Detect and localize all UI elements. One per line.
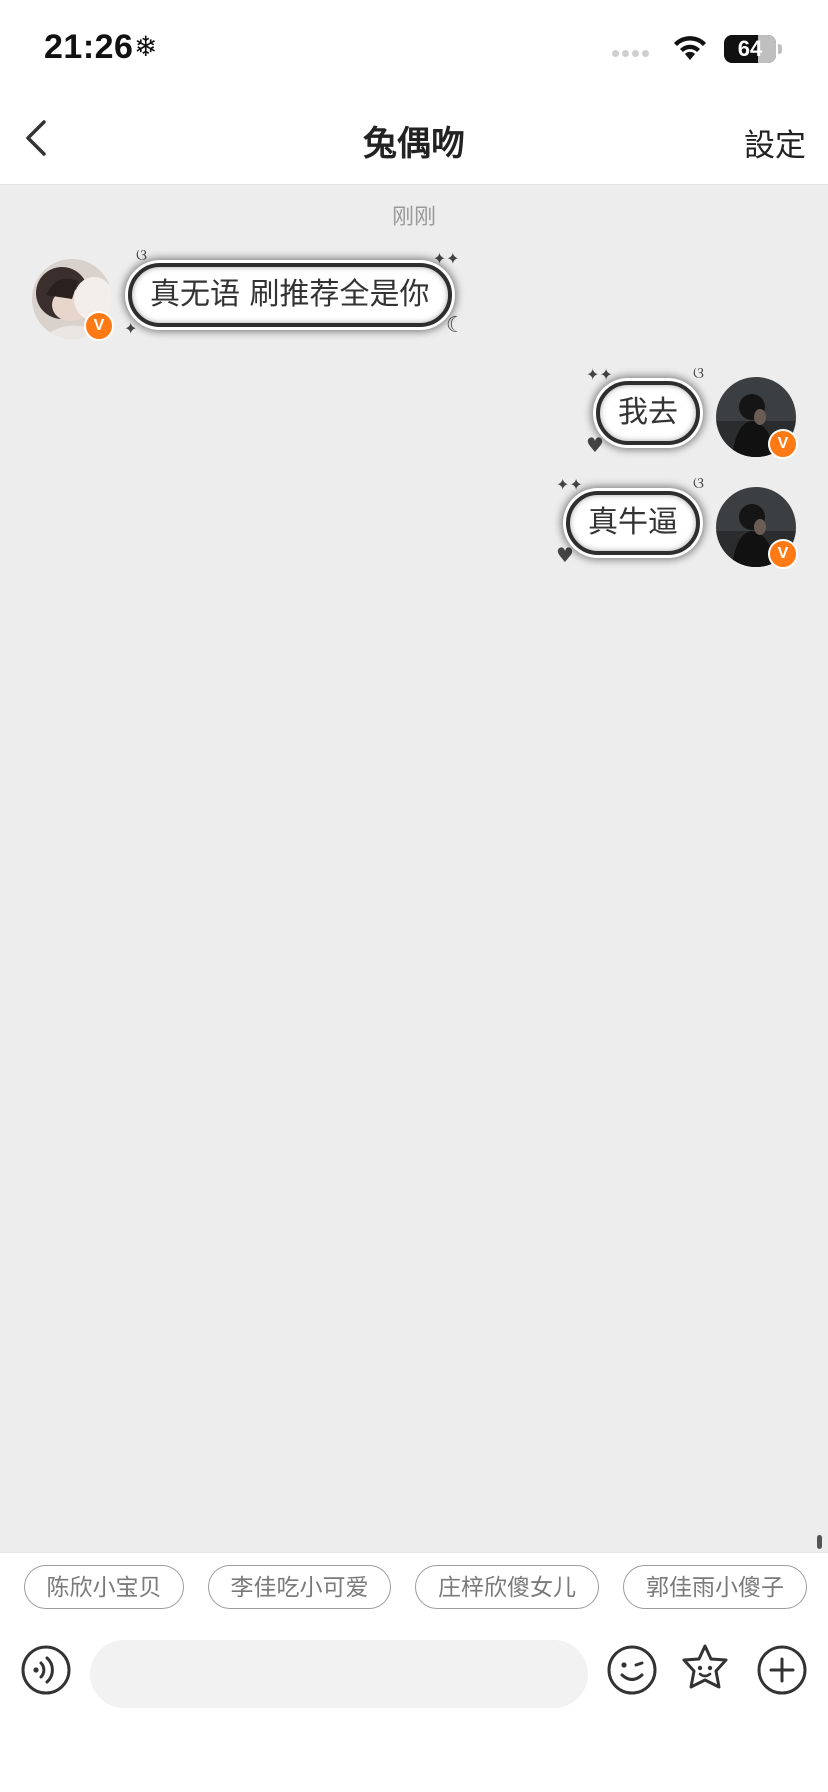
avatar-self[interactable]: V [716, 487, 798, 569]
sparkle-decoration-icon: ✦✦ [556, 475, 583, 494]
verified-badge: V [84, 311, 114, 341]
battery-icon: 64 [724, 35, 776, 63]
plus-icon [757, 1645, 807, 1695]
quick-reply-chip[interactable]: 庄梓欣傻女儿 [415, 1565, 599, 1609]
quick-reply-chip[interactable]: 郭佳雨小傻子 [623, 1565, 807, 1609]
star-decoration-icon: ✦ [124, 319, 138, 338]
quick-reply-chip[interactable]: 李佳吃小可爱 [208, 1565, 391, 1609]
verified-badge: V [768, 539, 798, 569]
more-button[interactable] [756, 1644, 808, 1696]
butterfly-decoration-icon: ଓ [692, 363, 704, 382]
sticker-icon [682, 1644, 728, 1689]
message-bubble-sent[interactable]: 真牛逼 [566, 491, 700, 555]
snowflake-icon: ❄ [134, 30, 158, 63]
message-input[interactable] [90, 1640, 588, 1708]
heart-decoration-icon: ♥ [586, 433, 604, 457]
sticker-button[interactable] [678, 1642, 730, 1694]
chat-area[interactable]: 刚刚 V ଓ ✦✦ ☾ ✦ 真无语 刷推荐全是你 ✦✦ ଓ ♥ 我去 V ✦✦ … [0, 185, 828, 1552]
message-bubble-wrap: ✦✦ ଓ ♥ 真牛逼 [556, 475, 704, 566]
voice-button[interactable] [20, 1644, 72, 1696]
status-indicators: 64 [612, 34, 802, 64]
cellular-signal-icon [612, 50, 652, 58]
voice-icon [21, 1645, 71, 1695]
status-bar: 21:26 ❄ 64 [0, 0, 828, 92]
message-timestamp: 刚刚 [391, 205, 436, 230]
message-bubble-wrap: ଓ ✦✦ ☾ ✦ 真无语 刷推荐全是你 [124, 247, 466, 337]
battery-tip [778, 44, 782, 54]
input-bar [0, 1618, 828, 1792]
battery-level: 64 [737, 36, 763, 61]
verified-badge: V [768, 429, 798, 459]
status-time: 21:26 [44, 28, 134, 66]
page-title: 兔偶吻 [363, 124, 465, 164]
heart-decoration-icon: ♥ [556, 543, 574, 567]
butterfly-decoration-icon: ଓ [692, 473, 704, 492]
avatar-other-user[interactable]: V [32, 259, 114, 341]
butterfly-decoration-icon: ଓ [136, 245, 148, 264]
navigation-bar: 兔偶吻 設定 [0, 92, 828, 185]
moon-decoration-icon: ☾ [445, 313, 466, 338]
settings-button[interactable]: 設定 [744, 120, 806, 165]
sparkle-decoration-icon: ✦✦ [432, 249, 460, 268]
sparkle-decoration-icon: ✦✦ [586, 365, 613, 384]
quick-reply-bar: 陈欣小宝贝 李佳吃小可爱 庄梓欣傻女儿 郭佳雨小傻子 [0, 1552, 828, 1619]
avatar-self[interactable]: V [716, 377, 798, 459]
message-bubble-wrap: ✦✦ ଓ ♥ 我去 [586, 365, 704, 456]
emoji-button[interactable] [606, 1644, 658, 1696]
quick-reply-chip[interactable]: 陈欣小宝贝 [24, 1565, 184, 1609]
message-bubble-sent[interactable]: 我去 [596, 381, 700, 445]
emoji-icon [607, 1645, 657, 1695]
wifi-icon [674, 36, 706, 60]
message-bubble-received[interactable]: 真无语 刷推荐全是你 [128, 263, 452, 327]
scrollbar[interactable] [817, 1535, 822, 1549]
